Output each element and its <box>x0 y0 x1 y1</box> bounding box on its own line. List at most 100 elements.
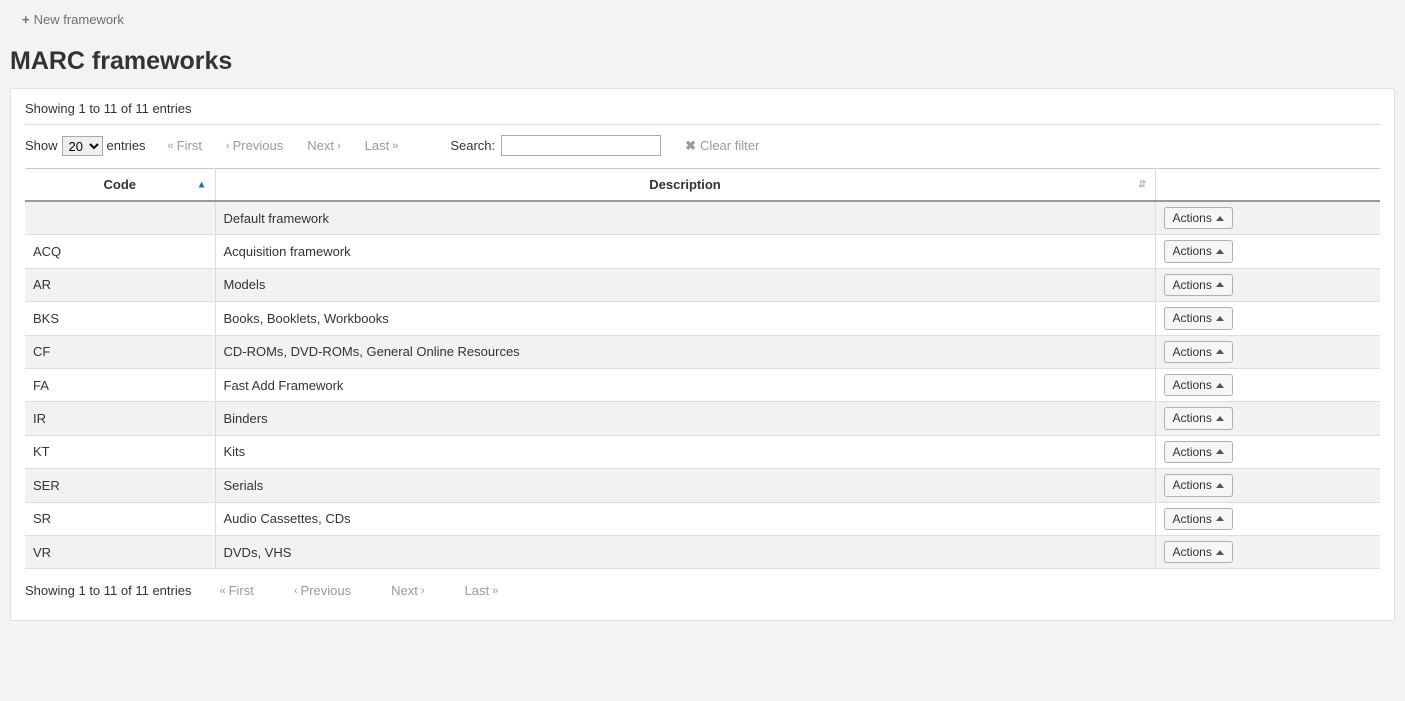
cell-description: Acquisition framework <box>215 235 1155 268</box>
table-row: SERSerialsActions <box>25 469 1380 502</box>
actions-button[interactable]: Actions <box>1164 341 1233 363</box>
cell-actions: Actions <box>1155 502 1380 535</box>
chevron-first-icon: « <box>168 140 174 152</box>
actions-button[interactable]: Actions <box>1164 407 1233 429</box>
entries-label: entries <box>107 138 146 153</box>
new-framework-label: New framework <box>34 12 124 27</box>
pager-next[interactable]: Next › <box>307 138 340 153</box>
close-icon: ✖ <box>685 138 696 154</box>
table-row: CFCD-ROMs, DVD-ROMs, General Online Reso… <box>25 335 1380 368</box>
cell-code: VR <box>25 535 215 568</box>
cell-description: CD-ROMs, DVD-ROMs, General Online Resour… <box>215 335 1155 368</box>
chevron-last-icon: » <box>392 140 398 152</box>
pager-last[interactable]: Last » <box>365 138 399 153</box>
cell-actions: Actions <box>1155 535 1380 568</box>
cell-code: CF <box>25 335 215 368</box>
actions-button[interactable]: Actions <box>1164 274 1233 296</box>
pager-next-bottom[interactable]: Next › <box>391 583 424 598</box>
new-framework-button[interactable]: + New framework <box>22 12 124 27</box>
cell-code: FA <box>25 368 215 401</box>
pager-previous[interactable]: ‹ Previous <box>226 138 283 153</box>
chevron-last-icon: » <box>492 585 498 597</box>
caret-up-icon <box>1216 216 1224 221</box>
cell-description: Fast Add Framework <box>215 368 1155 401</box>
actions-button[interactable]: Actions <box>1164 508 1233 530</box>
caret-up-icon <box>1216 383 1224 388</box>
table-row: ARModelsActions <box>25 268 1380 301</box>
sort-asc-icon: ▲ <box>197 179 207 190</box>
cell-actions: Actions <box>1155 469 1380 502</box>
table-row: BKSBooks, Booklets, WorkbooksActions <box>25 302 1380 335</box>
actions-button[interactable]: Actions <box>1164 474 1233 496</box>
cell-code: ACQ <box>25 235 215 268</box>
search-label: Search: <box>450 138 495 153</box>
cell-actions: Actions <box>1155 435 1380 468</box>
chevron-right-icon: › <box>337 140 341 152</box>
plus-icon: + <box>22 12 30 27</box>
length-menu: Show 20 entries <box>25 136 146 156</box>
actions-button[interactable]: Actions <box>1164 374 1233 396</box>
actions-button[interactable]: Actions <box>1164 240 1233 262</box>
chevron-left-icon: ‹ <box>294 585 298 597</box>
cell-actions: Actions <box>1155 302 1380 335</box>
actions-button[interactable]: Actions <box>1164 441 1233 463</box>
cell-description: Audio Cassettes, CDs <box>215 502 1155 535</box>
cell-description: Models <box>215 268 1155 301</box>
cell-code: KT <box>25 435 215 468</box>
chevron-right-icon: › <box>421 585 425 597</box>
cell-description: Kits <box>215 435 1155 468</box>
table-row: SRAudio Cassettes, CDs Actions <box>25 502 1380 535</box>
cell-actions: Actions <box>1155 335 1380 368</box>
page-size-select[interactable]: 20 <box>62 136 103 156</box>
table-row: KTKits Actions <box>25 435 1380 468</box>
sort-icon: ⇵ <box>1138 179 1146 190</box>
caret-up-icon <box>1216 316 1224 321</box>
cell-code: BKS <box>25 302 215 335</box>
frameworks-table: Code ▲ Description ⇵ Default frameworkAc… <box>25 168 1380 569</box>
table-info-bottom: Showing 1 to 11 of 11 entries <box>25 583 191 598</box>
caret-up-icon <box>1216 416 1224 421</box>
table-row: Default framework Actions <box>25 201 1380 235</box>
show-label: Show <box>25 138 58 153</box>
caret-up-icon <box>1216 483 1224 488</box>
caret-up-icon <box>1216 550 1224 555</box>
cell-actions: Actions <box>1155 402 1380 435</box>
table-info-top: Showing 1 to 11 of 11 entries <box>25 101 1380 125</box>
pager-last-bottom[interactable]: Last » <box>465 583 499 598</box>
pager-first-bottom[interactable]: « First <box>219 583 253 598</box>
cell-actions: Actions <box>1155 235 1380 268</box>
table-row: IRBinders Actions <box>25 402 1380 435</box>
search-input[interactable] <box>501 135 661 156</box>
table-row: VRDVDs, VHS Actions <box>25 535 1380 568</box>
cell-actions: Actions <box>1155 368 1380 401</box>
table-controls: Show 20 entries « First ‹ Previous Next … <box>25 135 1380 156</box>
table-row: ACQAcquisition framework Actions <box>25 235 1380 268</box>
clear-filter-button[interactable]: ✖ Clear filter <box>685 138 759 154</box>
cell-actions: Actions <box>1155 268 1380 301</box>
actions-button[interactable]: Actions <box>1164 307 1233 329</box>
cell-description: Binders <box>215 402 1155 435</box>
cell-code <box>25 201 215 235</box>
cell-code: SR <box>25 502 215 535</box>
column-header-code[interactable]: Code ▲ <box>25 169 215 202</box>
pager-first[interactable]: « First <box>168 138 202 153</box>
pager-previous-bottom[interactable]: ‹ Previous <box>294 583 351 598</box>
search-block: Search: <box>450 135 661 156</box>
cell-description: Default framework <box>215 201 1155 235</box>
frameworks-panel: Showing 1 to 11 of 11 entries Show 20 en… <box>10 88 1395 621</box>
caret-up-icon <box>1216 282 1224 287</box>
page-title: MARC frameworks <box>10 47 1395 76</box>
column-header-actions <box>1155 169 1380 202</box>
actions-button[interactable]: Actions <box>1164 207 1233 229</box>
cell-description: DVDs, VHS <box>215 535 1155 568</box>
table-row: FAFast Add Framework Actions <box>25 368 1380 401</box>
table-controls-bottom: Showing 1 to 11 of 11 entries « First ‹ … <box>25 583 1380 598</box>
cell-code: IR <box>25 402 215 435</box>
chevron-first-icon: « <box>219 585 225 597</box>
cell-actions: Actions <box>1155 201 1380 235</box>
actions-button[interactable]: Actions <box>1164 541 1233 563</box>
column-header-description[interactable]: Description ⇵ <box>215 169 1155 202</box>
caret-up-icon <box>1216 249 1224 254</box>
caret-up-icon <box>1216 449 1224 454</box>
caret-up-icon <box>1216 516 1224 521</box>
